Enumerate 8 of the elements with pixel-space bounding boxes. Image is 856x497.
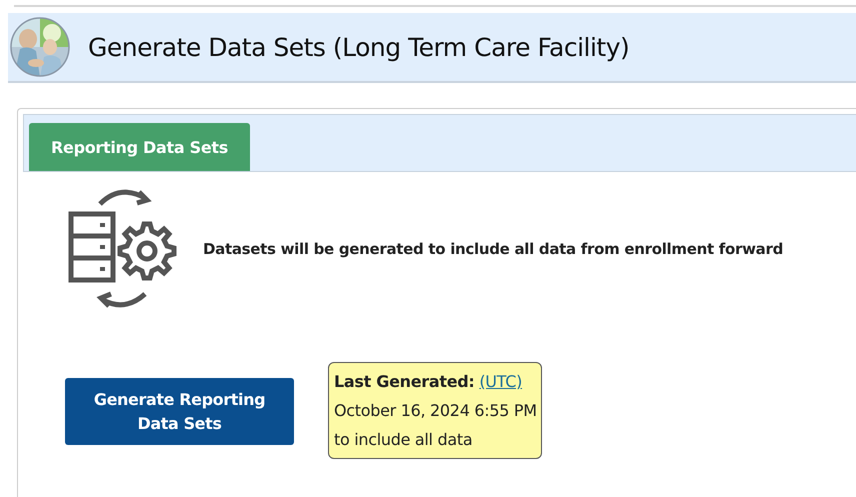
page-title: Generate Data Sets (Long Term Care Facility) xyxy=(88,32,630,62)
utc-link[interactable]: (UTC) xyxy=(479,372,522,391)
last-generated-note: to include all data xyxy=(334,429,474,451)
tab[interactable]: Reporting Data Sets xyxy=(29,123,250,171)
last-generated-label: Last Generated: xyxy=(334,372,475,391)
generate-button[interactable]: Generate Reporting Data Sets xyxy=(65,378,294,445)
last-generated-date: October 16, 2024 6:55 PM xyxy=(334,400,537,422)
info-message: Datasets will be generated to include all data from enrollment forward xyxy=(203,240,784,258)
